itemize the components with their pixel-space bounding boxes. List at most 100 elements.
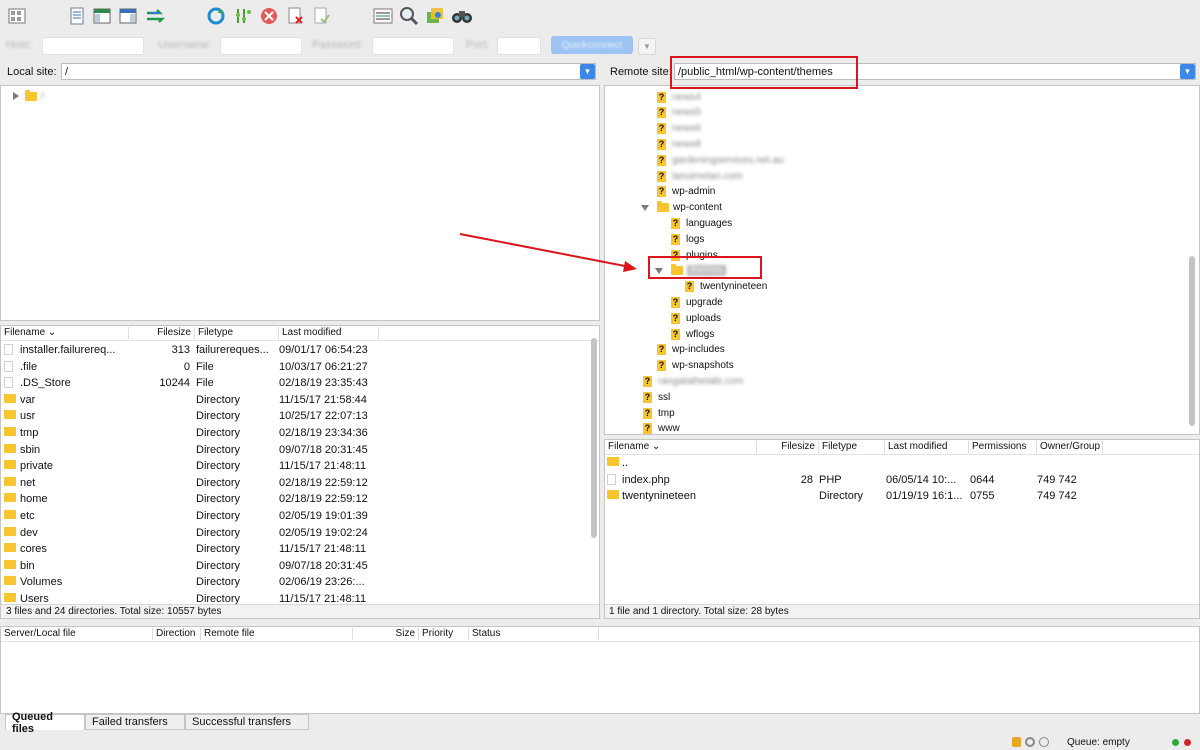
col-filesize[interactable]: Filesize bbox=[129, 327, 195, 339]
reconnect-icon[interactable] bbox=[310, 5, 332, 27]
col-priority[interactable]: Priority bbox=[419, 628, 469, 640]
table-row[interactable]: var Directory 11/15/17 21:58:44 bbox=[1, 392, 599, 408]
table-row[interactable]: .DS_Store 10244 File 02/18/19 23:35:43 bbox=[1, 375, 599, 391]
cell-modified: 09/07/18 20:31:45 bbox=[279, 443, 368, 456]
local-file-list[interactable]: Filename ⌄ Filesize Filetype Last modifi… bbox=[0, 325, 600, 619]
remote-tree-item[interactable]: ? news5 bbox=[657, 105, 701, 121]
transfer-queue-pane[interactable]: Server/Local file Direction Remote file … bbox=[0, 626, 1200, 714]
table-row[interactable]: .. bbox=[605, 455, 1199, 471]
remote-tree-item[interactable]: ? news8 bbox=[657, 136, 701, 152]
remote-tree-item[interactable]: ? gardeningservices.net.au bbox=[657, 152, 784, 168]
remote-tree-item[interactable]: ? wflogs bbox=[671, 326, 714, 342]
local-path-dropdown-icon[interactable]: ▼ bbox=[580, 64, 595, 79]
host-input[interactable] bbox=[42, 37, 144, 55]
local-tree-icon[interactable] bbox=[91, 5, 113, 27]
table-row[interactable]: private Directory 11/15/17 21:48:11 bbox=[1, 458, 599, 474]
remote-tree-item[interactable]: ? languages bbox=[671, 215, 732, 231]
col-filename[interactable]: Filename ⌄ bbox=[1, 327, 129, 339]
table-row[interactable]: installer.failurereq... 313 failurereques.… bbox=[1, 342, 599, 358]
col-permissions[interactable]: Permissions bbox=[969, 441, 1037, 453]
table-row[interactable]: sbin Directory 09/07/18 20:31:45 bbox=[1, 442, 599, 458]
table-row[interactable]: tmp Directory 02/18/19 23:34:36 bbox=[1, 425, 599, 441]
remote-path-dropdown-icon[interactable]: ▼ bbox=[1180, 64, 1195, 79]
remote-tree-item[interactable]: wp-content bbox=[641, 200, 722, 216]
table-row[interactable]: dev Directory 02/05/19 19:02:24 bbox=[1, 525, 599, 541]
sync-browse-icon[interactable] bbox=[424, 5, 446, 27]
remote-tree-item[interactable]: ? rangatathetabi.com bbox=[643, 373, 744, 389]
local-list-scrollbar[interactable] bbox=[591, 338, 597, 538]
remote-tree-item[interactable]: ? logs bbox=[671, 231, 704, 247]
remote-tree-item[interactable]: ? www bbox=[643, 421, 680, 434]
table-row[interactable]: .file 0 File 10/03/17 06:21:27 bbox=[1, 359, 599, 375]
local-tree-root[interactable]: / bbox=[13, 88, 44, 104]
remote-tree-item[interactable]: ? twentynineteen bbox=[685, 279, 767, 295]
unknown-folder-icon: ? bbox=[657, 154, 666, 166]
col-last-modified[interactable]: Last modified bbox=[885, 441, 969, 453]
table-row[interactable]: index.php 28 PHP 06/05/14 10:... 0644 749 742 bbox=[605, 472, 1199, 488]
folder-icon bbox=[4, 460, 16, 470]
col-direction[interactable]: Direction bbox=[153, 628, 201, 640]
col-last-modified[interactable]: Last modified bbox=[279, 327, 379, 339]
folder-icon bbox=[4, 443, 16, 453]
col-filename[interactable]: Filename ⌄ bbox=[605, 441, 757, 453]
local-tree-pane[interactable]: / bbox=[0, 85, 600, 321]
cell-modified: 10/03/17 06:21:27 bbox=[279, 360, 368, 373]
cell-modified: 11/15/17 21:48:11 bbox=[279, 543, 367, 556]
tab-queued-files[interactable]: Queued files bbox=[5, 711, 85, 735]
themes-folder-highlight bbox=[648, 256, 762, 279]
remote-tree-icon[interactable] bbox=[117, 5, 139, 27]
expand-icon[interactable] bbox=[13, 92, 19, 100]
collapse-icon[interactable] bbox=[641, 204, 649, 211]
remote-tree-item[interactable]: ? news6 bbox=[657, 121, 701, 137]
remote-tree-item[interactable]: ? lanuimetan.com bbox=[657, 168, 743, 184]
tab-failed-transfers[interactable]: Failed transfers bbox=[85, 714, 185, 730]
remote-file-list[interactable]: Filename ⌄ Filesize Filetype Last modifi… bbox=[604, 439, 1200, 619]
col-owner-group[interactable]: Owner/Group bbox=[1037, 441, 1103, 453]
unknown-folder-icon: ? bbox=[657, 123, 666, 135]
table-row[interactable]: Volumes Directory 02/06/19 23:26:... bbox=[1, 574, 599, 590]
port-input[interactable] bbox=[497, 37, 541, 55]
col-status[interactable]: Status bbox=[469, 628, 599, 640]
table-row[interactable]: usr Directory 10/25/17 22:07:13 bbox=[1, 408, 599, 424]
search-icon[interactable] bbox=[451, 5, 473, 27]
refresh-icon[interactable] bbox=[205, 5, 227, 27]
remote-tree-item[interactable]: ? uploads bbox=[671, 310, 721, 326]
col-server-local-file[interactable]: Server/Local file bbox=[1, 628, 153, 640]
transfer-queue-icon[interactable] bbox=[144, 5, 166, 27]
remote-tree-item[interactable]: ? ssl bbox=[643, 389, 670, 405]
cancel-icon[interactable] bbox=[258, 5, 280, 27]
col-filetype[interactable]: Filetype bbox=[819, 441, 885, 453]
quickconnect-button[interactable]: Quickconnect bbox=[551, 36, 633, 54]
table-row[interactable]: twentynineteen Directory 01/19/19 16:1... 0… bbox=[605, 488, 1199, 504]
site-manager-icon[interactable] bbox=[6, 5, 28, 27]
col-size[interactable]: Size bbox=[353, 628, 419, 640]
remote-tree-item[interactable]: ? wp-snapshots bbox=[657, 358, 734, 374]
quickconnect-dropdown[interactable]: ▼ bbox=[638, 38, 656, 55]
speed-limit-icon[interactable] bbox=[1039, 737, 1049, 747]
gear-icon[interactable] bbox=[1025, 737, 1035, 747]
process-queue-icon[interactable] bbox=[232, 5, 254, 27]
username-input[interactable] bbox=[220, 37, 302, 55]
remote-tree-item[interactable]: ? wp-includes bbox=[657, 342, 725, 358]
password-input[interactable] bbox=[372, 37, 454, 55]
tab-successful-transfers[interactable]: Successful transfers bbox=[185, 714, 309, 730]
table-row[interactable]: bin Directory 09/07/18 20:31:45 bbox=[1, 558, 599, 574]
annotation-arrow-icon bbox=[459, 233, 637, 272]
table-row[interactable]: etc Directory 02/05/19 19:01:39 bbox=[1, 508, 599, 524]
remote-tree-item[interactable]: ? tmp bbox=[643, 405, 675, 421]
col-filetype[interactable]: Filetype bbox=[195, 327, 279, 339]
local-path-input[interactable]: / ▼ bbox=[61, 63, 596, 80]
remote-tree-item[interactable]: ? wp-admin bbox=[657, 184, 715, 200]
disconnect-icon[interactable] bbox=[284, 5, 306, 27]
table-row[interactable]: net Directory 02/18/19 22:59:12 bbox=[1, 475, 599, 491]
table-row[interactable]: cores Directory 11/15/17 21:48:11 bbox=[1, 541, 599, 557]
message-log-icon[interactable] bbox=[66, 5, 88, 27]
compare-icon[interactable] bbox=[398, 5, 420, 27]
table-row[interactable]: home Directory 02/18/19 22:59:12 bbox=[1, 491, 599, 507]
col-remote-file[interactable]: Remote file bbox=[201, 628, 353, 640]
remote-tree-scrollbar[interactable] bbox=[1189, 256, 1195, 426]
remote-tree-item[interactable]: ? upgrade bbox=[671, 294, 723, 310]
col-filesize[interactable]: Filesize bbox=[757, 441, 819, 453]
remote-tree-item[interactable]: ? news4 bbox=[657, 89, 701, 105]
filter-icon[interactable] bbox=[372, 5, 394, 27]
